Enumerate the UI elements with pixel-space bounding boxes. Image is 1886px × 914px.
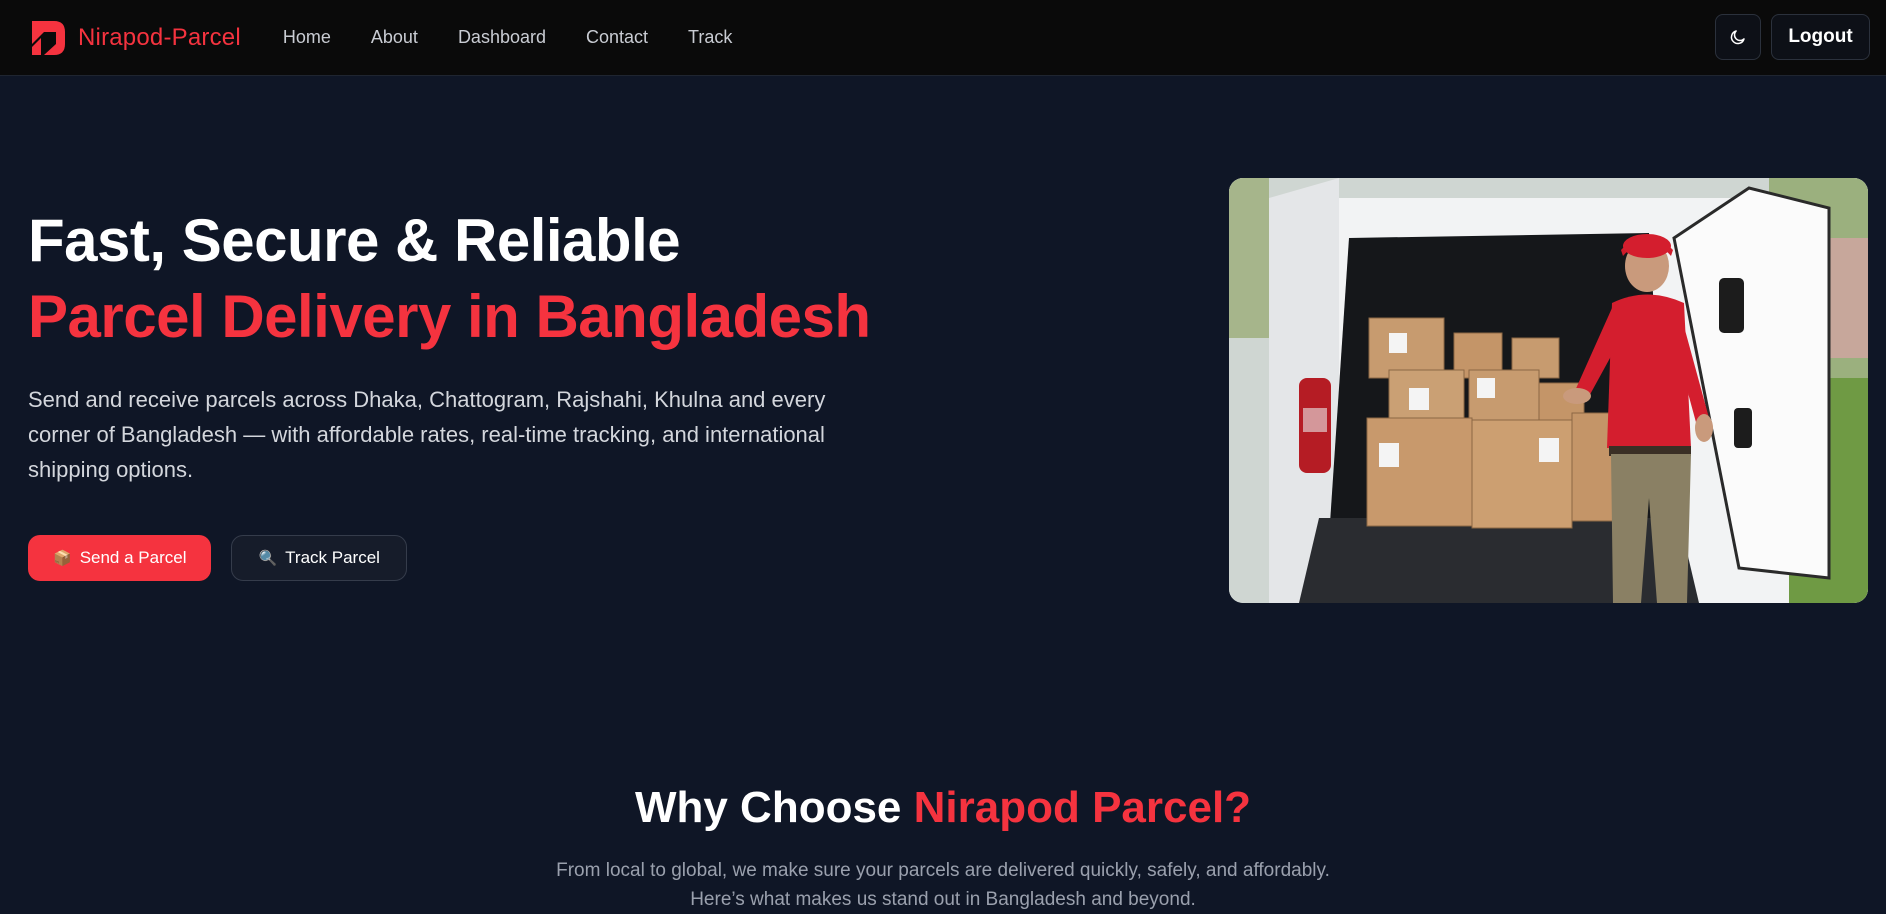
nav-dashboard[interactable]: Dashboard (458, 27, 546, 48)
magnifier-icon: 🔍 (258, 550, 278, 567)
why-subtitle-line2: Here’s what makes us stand out in Bangla… (690, 889, 1196, 910)
delivery-man-van-photo (1229, 178, 1868, 603)
hero-title-line2: Parcel Delivery in Bangladesh (28, 283, 871, 350)
nav-actions: Logout (1715, 14, 1870, 60)
moon-icon (1730, 30, 1745, 45)
track-parcel-label: Track Parcel (285, 548, 380, 567)
why-choose-subtitle: From local to global, we make sure your … (0, 856, 1886, 914)
nav-contact[interactable]: Contact (586, 27, 648, 48)
hero-description: Send and receive parcels across Dhaka, C… (28, 387, 826, 482)
brand-name: Nirapod-Parcel (78, 23, 241, 51)
nav-home[interactable]: Home (283, 27, 331, 48)
why-title-accent: Nirapod Parcel? (913, 783, 1252, 832)
brand-logo-icon (32, 20, 65, 55)
hero-title-line1: Fast, Secure & Reliable (28, 207, 681, 274)
nav-links: Home About Dashboard Contact Track (283, 27, 773, 48)
package-icon: 📦 (53, 550, 72, 567)
why-title-prefix: Why Choose (634, 783, 902, 832)
hero-image (1229, 178, 1868, 603)
why-subtitle-line1: From local to global, we make sure your … (556, 860, 1330, 881)
nav-track[interactable]: Track (688, 27, 732, 48)
send-parcel-button[interactable]: 📦 Send a Parcel (28, 535, 212, 581)
send-parcel-label: Send a Parcel (79, 548, 187, 567)
theme-toggle-button[interactable] (1715, 14, 1761, 60)
why-choose-title: Why Choose Nirapod Parcel? (0, 783, 1886, 833)
nav-about[interactable]: About (371, 27, 418, 48)
hero-buttons: 📦 Send a Parcel 🔍 Track Parcel (28, 535, 407, 581)
navbar: Nirapod-Parcel Home About Dashboard Cont… (0, 0, 1886, 76)
brand-home-link[interactable]: Nirapod-Parcel (28, 18, 241, 58)
logout-button[interactable]: Logout (1771, 14, 1870, 60)
track-parcel-button[interactable]: 🔍 Track Parcel (231, 535, 407, 581)
